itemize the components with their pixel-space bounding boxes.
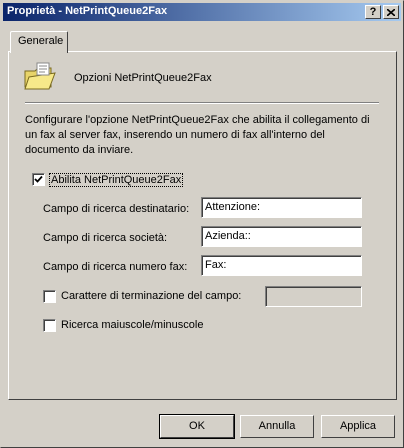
company-field-label: Campo di ricerca società: (43, 232, 168, 244)
case-sensitive-label: Ricerca maiuscole/minuscole (61, 319, 204, 331)
title-bar[interactable]: Proprietà - NetPrintQueue2Fax ? (3, 3, 401, 21)
enable-label[interactable]: Abilita NetPrintQueue2Fax (49, 173, 184, 187)
close-icon (386, 8, 396, 17)
terminator-input[interactable] (265, 286, 362, 307)
divider (25, 102, 379, 104)
checkmark-icon (34, 175, 43, 183)
close-button[interactable] (383, 5, 399, 19)
window-title: Proprietà - NetPrintQueue2Fax (7, 5, 168, 17)
company-field-input[interactable]: Azienda:: (201, 226, 362, 247)
help-button[interactable]: ? (365, 5, 381, 19)
ok-button[interactable]: OK (159, 414, 235, 439)
apply-button[interactable]: Applica (321, 415, 395, 438)
terminator-label: Carattere di terminazione del campo: (61, 290, 242, 302)
fax-number-field-input[interactable]: Fax: (201, 255, 362, 276)
terminator-checkbox[interactable] (43, 290, 56, 303)
tab-generale[interactable]: Generale (10, 31, 68, 53)
properties-dialog: Proprietà - NetPrintQueue2Fax ? Generale… (0, 0, 404, 448)
cancel-button[interactable]: Annulla (240, 415, 314, 438)
fax-number-field-label: Campo di ricerca numero fax: (43, 261, 188, 273)
header-title: Opzioni NetPrintQueue2Fax (74, 72, 212, 84)
recipient-field-label: Campo di ricerca destinatario: (43, 203, 190, 215)
case-sensitive-checkbox[interactable] (43, 319, 56, 332)
fax-folder-icon (24, 62, 56, 90)
description-text: Configurare l'opzione NetPrintQueue2Fax … (25, 114, 370, 156)
recipient-field-input[interactable]: Attenzione: (201, 197, 362, 218)
tab-label: Generale (18, 35, 64, 47)
enable-checkbox[interactable] (32, 173, 45, 186)
